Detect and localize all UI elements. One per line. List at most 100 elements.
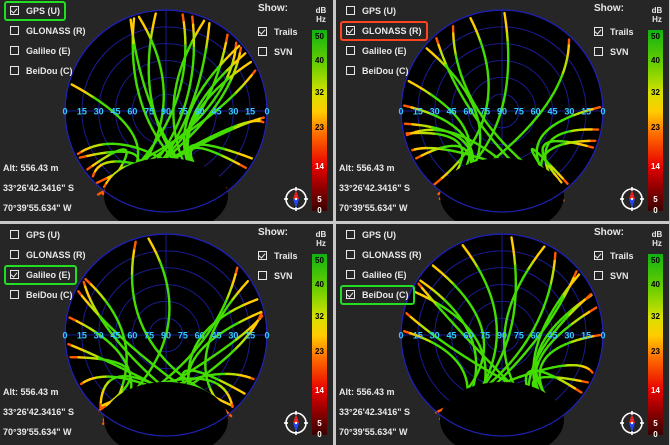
skyplot-panel: 0 15 30 45 60 75 90 75 60 45 30 15 0 GPS (U) GLONASS (… <box>336 0 669 221</box>
colorbar-tick: 14 <box>315 162 324 171</box>
compass-icon[interactable] <box>284 411 308 435</box>
trails-checkbox[interactable]: Trails <box>594 24 634 40</box>
unchecked-box-icon[interactable] <box>346 230 355 239</box>
elevation-label: 60 <box>531 107 541 117</box>
constellation-checkbox[interactable]: BeiDou (C) <box>4 61 79 81</box>
show-label: Show: <box>594 227 624 238</box>
elevation-label: 45 <box>446 107 456 117</box>
elevation-label: 15 <box>77 331 87 341</box>
constellation-label: GLONASS (R) <box>362 250 422 260</box>
checked-box-icon[interactable] <box>594 251 603 260</box>
unit-line: dB <box>315 230 327 239</box>
elevation-label: 75 <box>144 331 154 341</box>
constellation-checkbox[interactable]: Galileo (E) <box>340 41 413 61</box>
skyplot-panel: 0 15 30 45 60 75 90 75 60 45 30 15 0 GPS (U) GLONASS (… <box>0 0 333 221</box>
elevation-label: 75 <box>514 331 524 341</box>
colorbar-tick: 50 <box>651 256 660 265</box>
unchecked-box-icon[interactable] <box>258 47 267 56</box>
unchecked-box-icon[interactable] <box>10 250 19 259</box>
colorbar-tick: 0 <box>317 206 322 215</box>
svn-checkbox[interactable]: SVN <box>258 44 293 60</box>
unchecked-box-icon[interactable] <box>258 271 267 280</box>
show-label: Show: <box>258 227 288 238</box>
position-lon: 70°39'55.634" W <box>3 203 72 213</box>
show-label: Show: <box>258 3 288 14</box>
elevation-label: 90 <box>161 331 171 341</box>
unchecked-box-icon[interactable] <box>594 47 603 56</box>
constellation-checkbox[interactable]: BeiDou (C) <box>340 61 415 81</box>
colorbar-tick: 32 <box>315 312 324 321</box>
elevation-label: 75 <box>514 107 524 117</box>
elevation-label: 60 <box>127 107 137 117</box>
trails-checkbox[interactable]: Trails <box>594 248 634 264</box>
constellation-label: Galileo (E) <box>362 46 407 56</box>
compass-icon[interactable] <box>620 411 644 435</box>
elevation-label: 45 <box>547 107 557 117</box>
svn-checkbox[interactable]: SVN <box>258 268 293 284</box>
position-lon: 70°39'55.634" W <box>3 427 72 437</box>
elevation-label: 60 <box>531 331 541 341</box>
constellation-checkbox[interactable]: GLONASS (R) <box>340 245 428 265</box>
compass-icon[interactable] <box>284 187 308 211</box>
constellation-label: GLONASS (R) <box>26 250 86 260</box>
elevation-label: 15 <box>581 107 591 117</box>
trails-checkbox[interactable]: Trails <box>258 248 298 264</box>
constellation-checkbox[interactable]: Galileo (E) <box>4 265 77 285</box>
checked-box-icon[interactable] <box>258 27 267 36</box>
unchecked-box-icon[interactable] <box>10 66 19 75</box>
trails-checkbox[interactable]: Trails <box>258 24 298 40</box>
checked-box-icon[interactable] <box>594 27 603 36</box>
constellation-checkbox[interactable]: BeiDou (C) <box>340 285 415 305</box>
constellation-checkbox[interactable]: GPS (U) <box>4 1 67 21</box>
constellation-checkbox[interactable]: Galileo (E) <box>340 265 413 285</box>
skyplot-panel: 0 15 30 45 60 75 90 75 60 45 30 15 0 GPS (U) GLONASS (… <box>336 224 669 445</box>
constellation-checkbox[interactable]: GPS (U) <box>340 1 402 21</box>
elevation-label: 60 <box>127 331 137 341</box>
trails-label: Trails <box>274 251 298 261</box>
colorbar-tick: 0 <box>317 430 322 439</box>
unchecked-box-icon[interactable] <box>10 26 19 35</box>
unit-line: Hz <box>652 15 662 24</box>
unchecked-box-icon[interactable] <box>594 271 603 280</box>
checked-box-icon[interactable] <box>258 251 267 260</box>
svn-checkbox[interactable]: SVN <box>594 44 629 60</box>
constellation-checkbox[interactable]: Galileo (E) <box>4 41 77 61</box>
position-alt: Alt: 556.43 m <box>339 387 395 397</box>
position-alt: Alt: 556.43 m <box>339 163 395 173</box>
elevation-label: 75 <box>178 331 188 341</box>
elevation-label: 30 <box>94 331 104 341</box>
unchecked-box-icon[interactable] <box>346 66 355 75</box>
compass-icon[interactable] <box>620 187 644 211</box>
position-lat: 33°26'42.3416" S <box>339 407 411 417</box>
position-lat: 33°26'42.3416" S <box>3 407 75 417</box>
checked-box-icon[interactable] <box>346 290 355 299</box>
skyplot-panel: 0 15 30 45 60 75 90 75 60 45 30 15 0 GPS (U) GLONASS (… <box>0 224 333 445</box>
unchecked-box-icon[interactable] <box>10 290 19 299</box>
checked-box-icon[interactable] <box>10 6 19 15</box>
constellation-checkbox[interactable]: GLONASS (R) <box>340 21 428 41</box>
elevation-label: 30 <box>228 107 238 117</box>
svn-checkbox[interactable]: SVN <box>594 268 629 284</box>
position-lon: 70°39'55.634" W <box>339 203 408 213</box>
checked-box-icon[interactable] <box>10 270 19 279</box>
svn-label: SVN <box>610 271 629 281</box>
unchecked-box-icon[interactable] <box>346 46 355 55</box>
checked-box-icon[interactable] <box>346 26 355 35</box>
constellation-checkbox[interactable]: BeiDou (C) <box>4 285 79 305</box>
colorbar-tick: 40 <box>651 280 660 289</box>
constellation-checkbox[interactable]: GPS (U) <box>340 225 402 245</box>
elevation-label: 15 <box>245 331 255 341</box>
unchecked-box-icon[interactable] <box>346 6 355 15</box>
constellation-checkbox[interactable]: GLONASS (R) <box>4 21 92 41</box>
unchecked-box-icon[interactable] <box>346 250 355 259</box>
unchecked-box-icon[interactable] <box>10 230 19 239</box>
unchecked-box-icon[interactable] <box>346 270 355 279</box>
unchecked-box-icon[interactable] <box>10 46 19 55</box>
elevation-label: 15 <box>413 107 423 117</box>
constellation-checkbox[interactable]: GLONASS (R) <box>4 245 92 265</box>
position-alt: Alt: 556.43 m <box>3 163 59 173</box>
unit-line: Hz <box>316 15 326 24</box>
elevation-label: 45 <box>211 331 221 341</box>
unit-line: Hz <box>652 239 662 248</box>
constellation-checkbox[interactable]: GPS (U) <box>4 225 66 245</box>
